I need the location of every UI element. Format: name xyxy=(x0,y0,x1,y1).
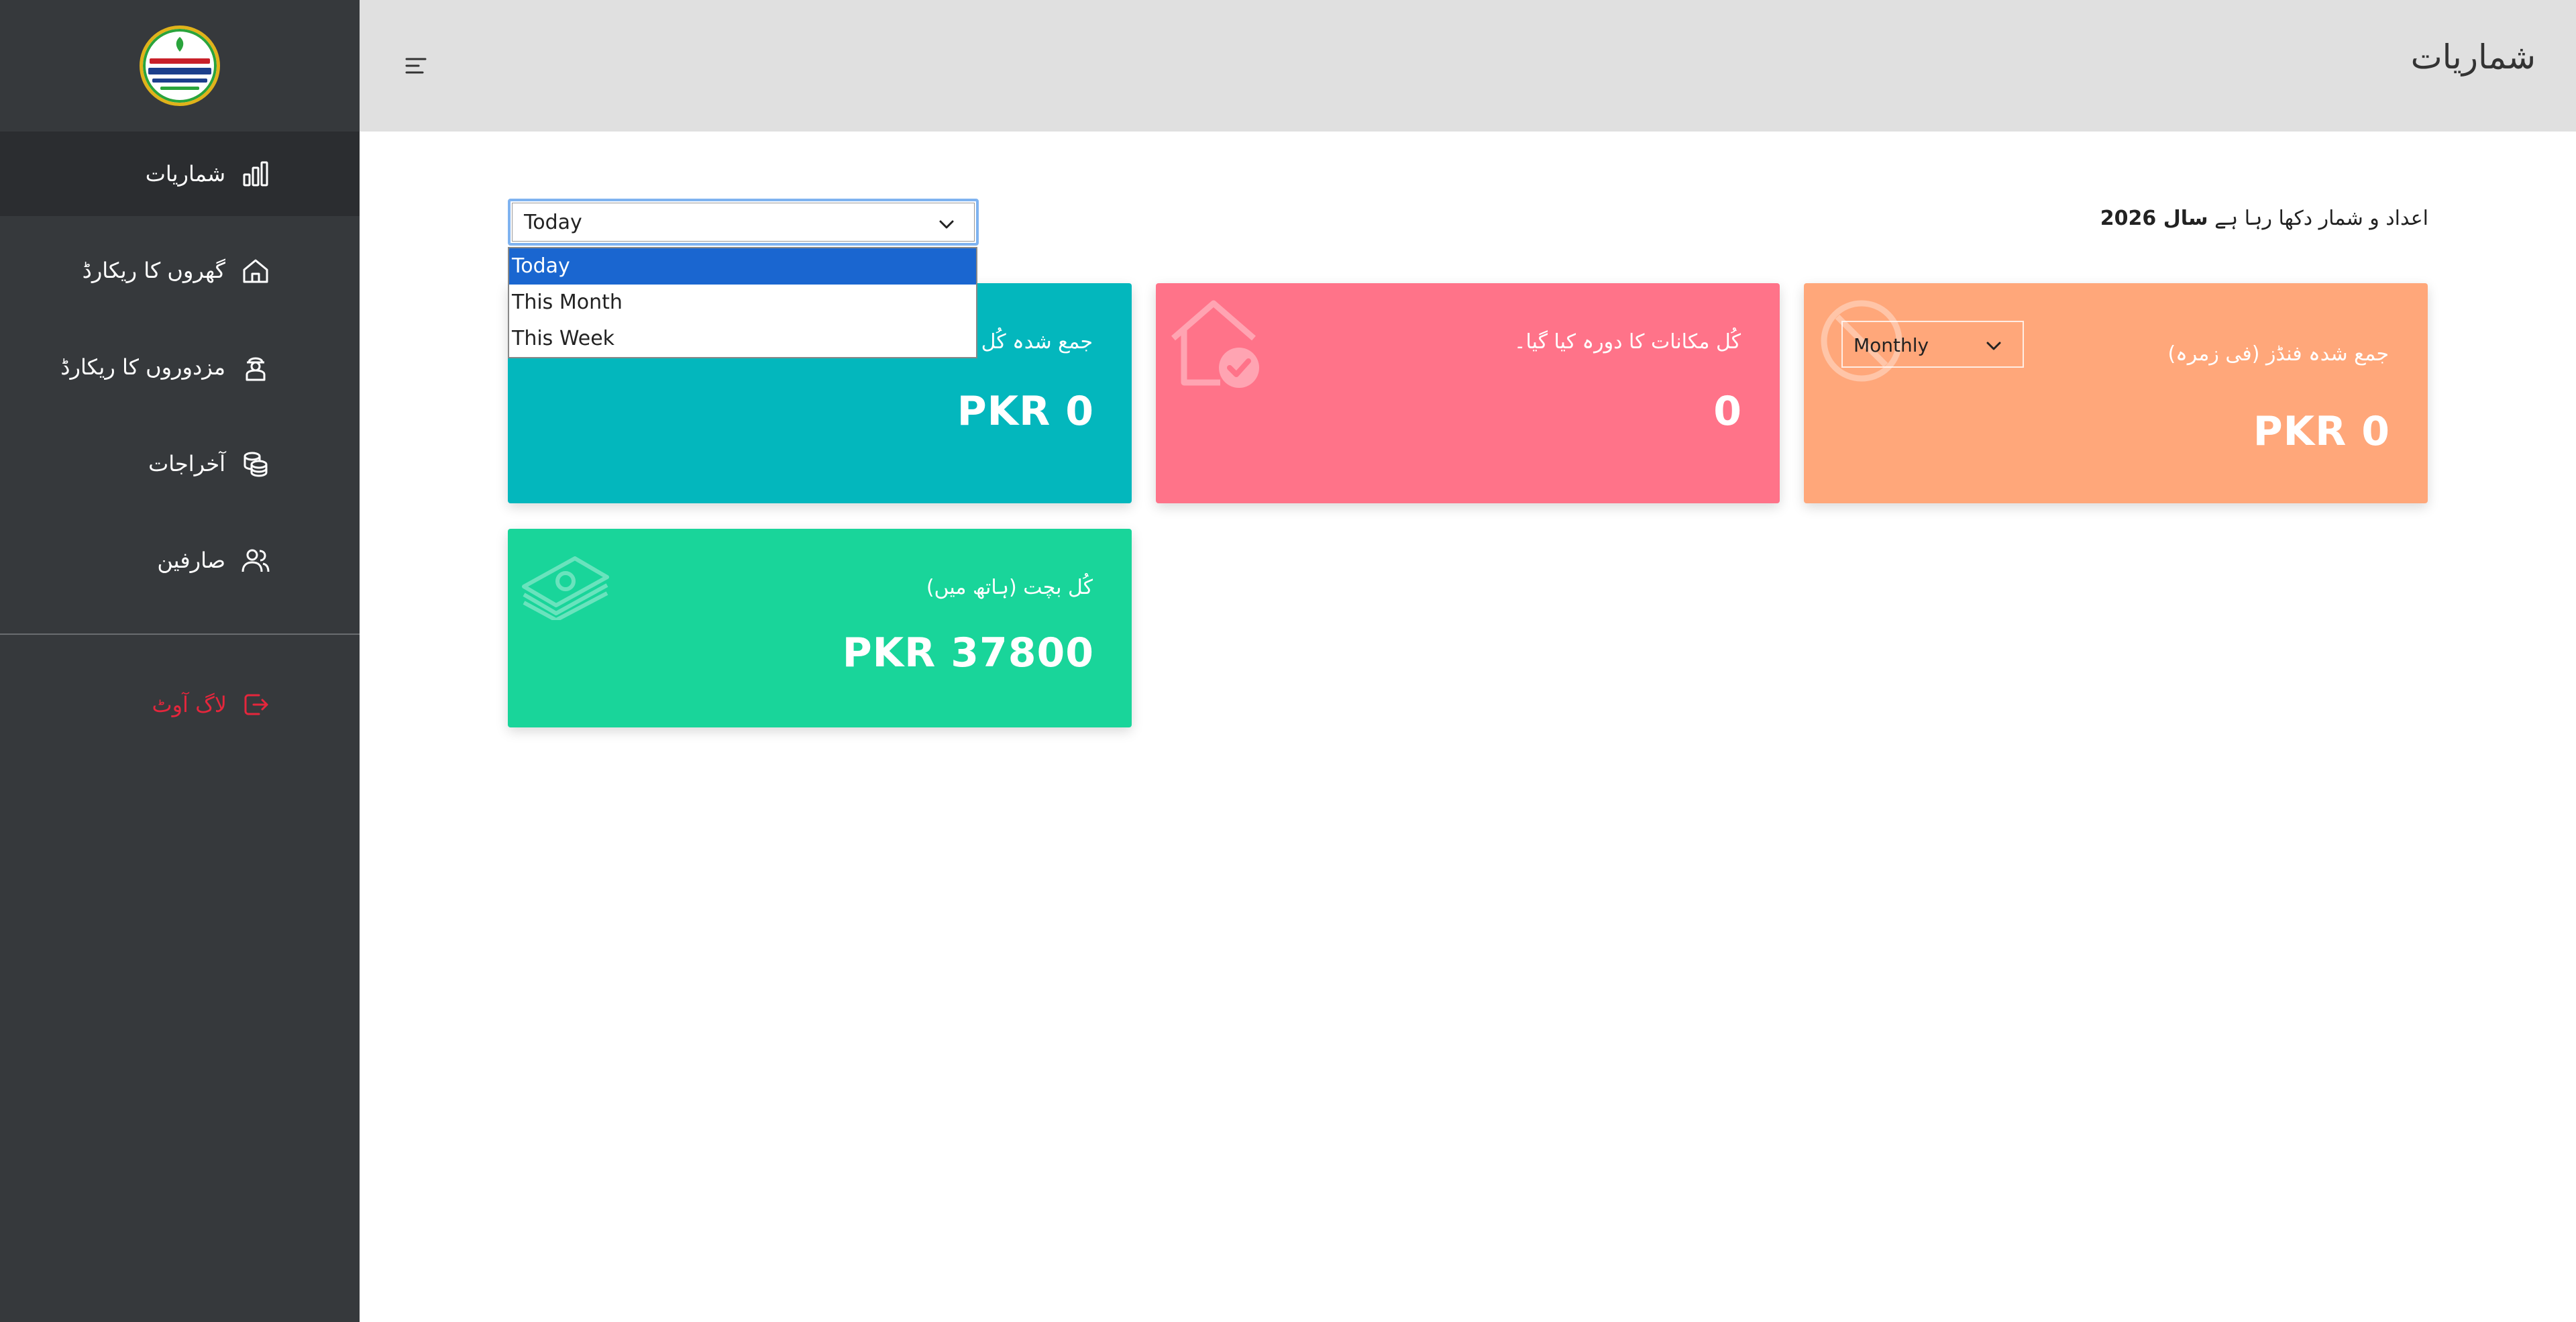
intro-year: سال 2026 xyxy=(2100,207,2208,230)
page-title: شماریات xyxy=(2410,38,2536,77)
statistics-intro: اعداد و شمار دکھا رہا ہے سال 2026 xyxy=(2100,207,2428,230)
card-total-savings: کُل بچت (ہاتھ میں) PKR 37800 xyxy=(508,529,1132,727)
sidebar-item-label: مزدوروں کا ریکارڈ xyxy=(60,354,225,380)
period-option-this-month[interactable]: This Month xyxy=(509,285,976,321)
period-option-this-week[interactable]: This Week xyxy=(509,321,976,357)
sidebar-item-label: گھروں کا ریکارڈ xyxy=(82,258,225,283)
sidebar-item-label: شماریات xyxy=(145,161,225,187)
sidebar-item-users[interactable]: صارفین xyxy=(0,518,360,603)
top-header: شماریات xyxy=(360,0,2576,132)
card-value: PKR 0 xyxy=(2253,408,2390,455)
logout-label: لاگ آوٹ xyxy=(152,692,227,717)
card-collected-per-category: Monthly جمع شدہ فنڈز (فی زمرہ) PKR 0 xyxy=(1804,283,2428,503)
card-title: جمع شدہ فنڈز (فی زمرہ) xyxy=(2167,342,2389,366)
worker-icon xyxy=(246,357,266,381)
sidebar-item-label: آخراجات xyxy=(148,451,225,476)
sidebar-nav: شماریات گھروں کا ریکارڈ مزدوروں کا ریکار… xyxy=(0,132,360,615)
coins-icon xyxy=(244,452,268,477)
bar-chart-icon xyxy=(243,161,268,187)
period-option-today[interactable]: Today xyxy=(509,248,976,285)
leaf-icon xyxy=(176,37,184,52)
sidebar-item-expenses[interactable]: آخراجات xyxy=(0,421,360,506)
money-stack-icon xyxy=(522,556,609,620)
sidebar-item-statistics[interactable]: شماریات xyxy=(0,132,360,216)
chevron-down-icon xyxy=(939,220,954,229)
house-icon xyxy=(243,259,268,283)
card-houses-visited: کُل مکانات کا دورہ کیا گیا۔ 0 xyxy=(1156,283,1780,503)
sidebar-item-houses[interactable]: گھروں کا ریکارڈ xyxy=(0,228,360,313)
logout-icon xyxy=(244,694,268,715)
sidebar-item-label: صارفین xyxy=(157,548,225,573)
category-period-select[interactable]: Monthly xyxy=(1841,321,2024,368)
sidebar-item-workers[interactable]: مزدوروں کا ریکارڈ xyxy=(0,325,360,409)
sidebar: شماریات گھروں کا ریکارڈ مزدوروں کا ریکار… xyxy=(0,0,360,1322)
period-select-value: Today xyxy=(524,211,582,234)
category-period-select-value: Monthly xyxy=(1854,334,1929,356)
card-value: PKR 37800 xyxy=(842,629,1094,676)
card-value: 0 xyxy=(1713,388,1742,435)
society-logo xyxy=(140,26,220,106)
period-select[interactable]: Today xyxy=(508,199,979,246)
card-title: کُل مکانات کا دورہ کیا گیا۔ xyxy=(1513,330,1741,354)
card-title: کُل بچت (ہاتھ میں) xyxy=(926,576,1093,599)
menu-toggle-icon[interactable] xyxy=(402,52,429,79)
period-dropdown-list: Today This Month This Week xyxy=(508,247,977,358)
logo-container xyxy=(0,0,360,132)
intro-prefix: اعداد و شمار دکھا رہا ہے xyxy=(2214,207,2428,230)
chevron-down-icon xyxy=(1986,342,2001,350)
sidebar-divider xyxy=(0,633,360,635)
card-value: PKR 0 xyxy=(957,388,1094,435)
logout-button[interactable]: لاگ آوٹ xyxy=(0,664,360,745)
users-icon xyxy=(241,549,270,572)
house-check-icon xyxy=(1171,300,1259,388)
